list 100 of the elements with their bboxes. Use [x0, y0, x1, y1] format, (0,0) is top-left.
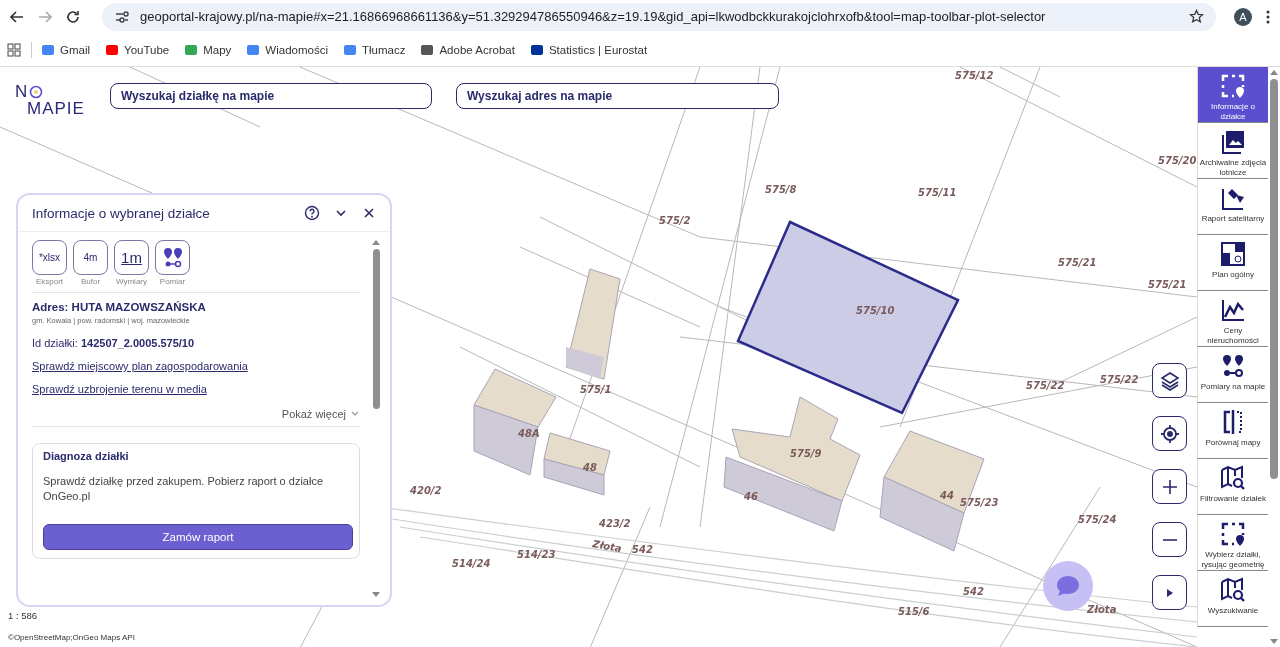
plot-search-field[interactable]: Wyszukaj działkę na mapie	[110, 83, 432, 109]
map-label: 575/12	[955, 70, 994, 81]
tool-button[interactable]: 4m	[73, 240, 108, 275]
tool-icon	[1220, 353, 1246, 379]
map-label: 514/23	[517, 549, 556, 560]
reload-icon[interactable]	[66, 9, 80, 24]
map-label: 575/10	[856, 305, 895, 316]
plot-id-value: 142507_2.0005.575/10	[80, 337, 195, 349]
map-label: 48	[583, 462, 597, 473]
address-text: Adres: HUTA MAZOWSZAŃSKA	[32, 301, 207, 313]
sidebar-tool[interactable]: Plan ogólny	[1197, 235, 1268, 291]
site-settings-icon[interactable]	[114, 9, 130, 24]
address-bar[interactable]: geoportal-krajowy.pl/na-mapie#x=21.16866968661136&y=51.329294786550946&z=19.19&gid_api=lkwodbckkurakojclohrxofb&tool=map-toolbar-plot-selector	[102, 2, 1216, 31]
bookmark-star-icon[interactable]	[1189, 9, 1204, 24]
logo-ring-icon	[29, 84, 44, 99]
tool-caption: Bufor	[80, 277, 101, 286]
close-icon[interactable]	[362, 206, 376, 220]
tool-icon	[1220, 241, 1246, 267]
caret-icon	[1165, 587, 1174, 598]
tool-button[interactable]	[155, 240, 190, 275]
tool-caption: Pomiar	[159, 277, 186, 286]
sidebar-tool[interactable]: Porównaj mapy	[1197, 403, 1268, 459]
map-label: 542	[632, 544, 653, 555]
tool-button[interactable]: *xlsx	[32, 240, 67, 275]
map-label: 46	[744, 491, 758, 502]
locate-button[interactable]	[1152, 416, 1187, 451]
tool-icon	[1220, 129, 1246, 155]
minus-icon	[1161, 538, 1178, 541]
chat-icon	[1055, 574, 1081, 598]
menu-icon[interactable]	[1266, 9, 1270, 24]
crosshair-icon	[1159, 423, 1180, 444]
sidebar-tool[interactable]: Ceny nieruchomości	[1197, 291, 1268, 347]
map-label: 575/11	[918, 187, 957, 198]
sidebar-tool[interactable]: Pomiary na mapie	[1197, 347, 1268, 403]
map-label: Złota	[1087, 604, 1117, 615]
sidebar-tool[interactable]: Informacje o działce	[1197, 67, 1268, 123]
tool-icon	[1220, 577, 1246, 603]
zoom-out-button[interactable]	[1152, 522, 1187, 557]
tool-icon	[1220, 521, 1246, 547]
expand-button[interactable]	[1152, 575, 1187, 610]
map-label: Złota	[591, 538, 623, 555]
map-label: 542	[963, 586, 984, 597]
map-scale: 1 : 586	[8, 610, 38, 621]
map-label: 48A	[518, 428, 540, 439]
sidebar-tool[interactable]: Archiwalne zdjęcia lotnicze	[1197, 123, 1268, 179]
map-label: 575/2	[659, 215, 691, 226]
map-label: 423/2	[599, 518, 631, 529]
sidebar-tool[interactable]: Wybierz działki, rysując geometrię	[1197, 515, 1268, 571]
layers-button[interactable]	[1152, 363, 1187, 398]
bookmark-link[interactable]: Tłumacz	[344, 43, 406, 56]
bookmark-link[interactable]: YouTube	[106, 43, 170, 56]
bookmark-link[interactable]: Wiadomości	[247, 43, 328, 56]
sidebar-tool[interactable]: Raport satelitarny	[1197, 179, 1268, 235]
back-icon[interactable]	[10, 10, 24, 23]
info-link[interactable]: Sprawdź miejscowy plan zagospodarowania	[32, 360, 360, 372]
tool-icon	[1220, 465, 1246, 491]
sidebar-tool[interactable]: Filtrowanie działek	[1197, 459, 1268, 515]
address-search-field[interactable]: Wyszukaj adres na mapie	[456, 83, 779, 109]
map-label: 514/24	[452, 558, 491, 569]
bookmark-link[interactable]: Gmail	[42, 43, 91, 56]
map-label: 420/2	[410, 485, 442, 496]
tool-icon	[1220, 73, 1246, 99]
map-label: 575/22	[1100, 374, 1139, 385]
order-report-button[interactable]: Zamów raport	[43, 524, 353, 550]
map-label: 575/24	[1078, 514, 1117, 525]
map-label: 575/21	[1058, 257, 1097, 268]
url-text: geoportal-krajowy.pl/na-mapie#x=21.16866968661136&y=51.329294786550946&z=19.19&gid_api=lkwodbckkurakojclohrxofb&tool=map-toolbar-plot-selector	[140, 9, 1047, 24]
plus-icon	[1161, 478, 1178, 495]
map-label: 575/23	[960, 497, 999, 508]
measure-pins-icon	[162, 246, 183, 269]
profile-avatar[interactable]: A	[1234, 7, 1252, 26]
logo[interactable]: N MAPIE	[15, 83, 85, 117]
layers-icon	[1159, 370, 1180, 391]
help-icon[interactable]	[304, 205, 320, 221]
bookmark-link[interactable]: Statistics | Eurostat	[530, 43, 648, 56]
diagnosis-text: Sprawdź działkę przed zakupem. Pobierz raport o działce OnGeo.pl	[43, 474, 325, 504]
selected-parcel[interactable]	[736, 220, 960, 415]
tool-caption: Wymiary	[115, 277, 147, 286]
plot-id-label: Id działki:	[32, 337, 78, 349]
sidebar-tool[interactable]: Wyszukiwanie	[1197, 571, 1268, 627]
tool-caption: Eksport	[35, 277, 64, 286]
chevron-down-icon[interactable]	[350, 410, 360, 418]
bookmark-link[interactable]: Mapy	[185, 43, 232, 56]
map-label: 44	[940, 490, 954, 501]
map-attribution: ©OpenStreetMap;OnGeo Maps API	[8, 633, 135, 642]
map-label: 575/21	[1148, 279, 1187, 290]
diagnosis-title: Diagnoza działki	[43, 450, 130, 462]
map-label: 575/22	[1026, 380, 1065, 391]
map-label: 515/6	[898, 606, 930, 617]
tool-icon	[1220, 297, 1246, 323]
map-label: 575/8	[765, 184, 797, 195]
apps-grid-icon[interactable]	[7, 42, 21, 57]
bookmark-link[interactable]: Adobe Acrobat	[421, 43, 515, 56]
map-label: 575/20	[1158, 155, 1197, 166]
zoom-in-button[interactable]	[1152, 469, 1187, 504]
tool-button[interactable]: 1m	[114, 240, 149, 275]
show-more-link[interactable]: Pokaż więcej	[281, 408, 346, 420]
map-label: 575/1	[580, 384, 612, 395]
info-link[interactable]: Sprawdź uzbrojenie terenu w media	[32, 383, 360, 395]
panel-title: Informacje o wybranej działce	[32, 205, 211, 221]
